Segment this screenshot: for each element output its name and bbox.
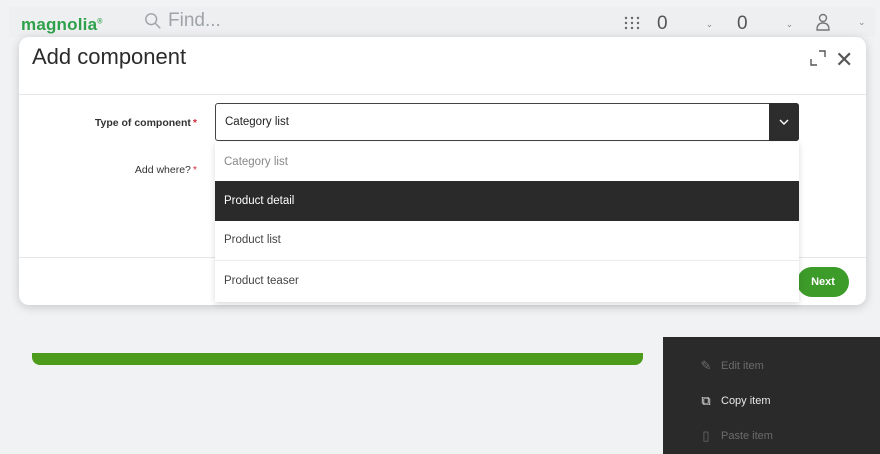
option-product-list[interactable]: Product list (215, 220, 799, 260)
tasks-selector[interactable]: 0 ⌄ (737, 13, 793, 35)
type-of-component-select[interactable]: Category list (215, 103, 799, 141)
option-product-teaser[interactable]: Product teaser (215, 260, 799, 300)
divider (19, 94, 866, 95)
search-placeholder: Find... (168, 10, 221, 31)
magnolia-logo[interactable]: magnolia® (21, 15, 103, 35)
type-of-component-label: Type of component * (94, 117, 197, 129)
chevron-down-icon: ⌄ (785, 18, 794, 29)
option-product-detail[interactable]: Product detail (215, 181, 799, 221)
app-grid-icon[interactable] (624, 16, 640, 30)
selected-value: Category list (225, 116, 289, 128)
dropdown-toggle-button[interactable] (769, 103, 799, 141)
component-type-dropdown: Category list Product detail Product lis… (215, 142, 799, 302)
paste-icon: ▯ (702, 428, 710, 443)
notifications-selector[interactable]: 0 ⌄ (657, 13, 713, 35)
progress-bar (32, 353, 643, 365)
context-item-edit[interactable]: ✎ Edit item (663, 351, 880, 381)
context-item-copy[interactable]: ⧉ Copy item (663, 386, 880, 416)
top-bar: magnolia® Find... 0 ⌄ 0 ⌄ ⌄ (9, 7, 875, 37)
expand-icon[interactable] (809, 49, 827, 67)
search-icon (145, 13, 161, 29)
user-icon[interactable] (815, 13, 831, 31)
add-where-label: Add where? * (134, 164, 197, 176)
edit-icon: ✎ (700, 358, 712, 373)
search-field[interactable]: Find... (144, 10, 221, 32)
chevron-down-icon (779, 119, 789, 125)
dialog-title: Add component (32, 44, 187, 69)
next-button[interactable]: Next (797, 267, 849, 297)
close-icon[interactable]: ✕ (835, 47, 853, 73)
option-category-list[interactable]: Category list (215, 142, 799, 182)
chevron-down-icon[interactable]: ⌄ (858, 17, 866, 28)
context-item-paste[interactable]: ▯ Paste item (663, 421, 880, 451)
copy-icon: ⧉ (701, 393, 711, 408)
chevron-down-icon: ⌄ (705, 18, 714, 29)
context-menu: ✎ Edit item ⧉ Copy item ▯ Paste item (663, 337, 880, 454)
